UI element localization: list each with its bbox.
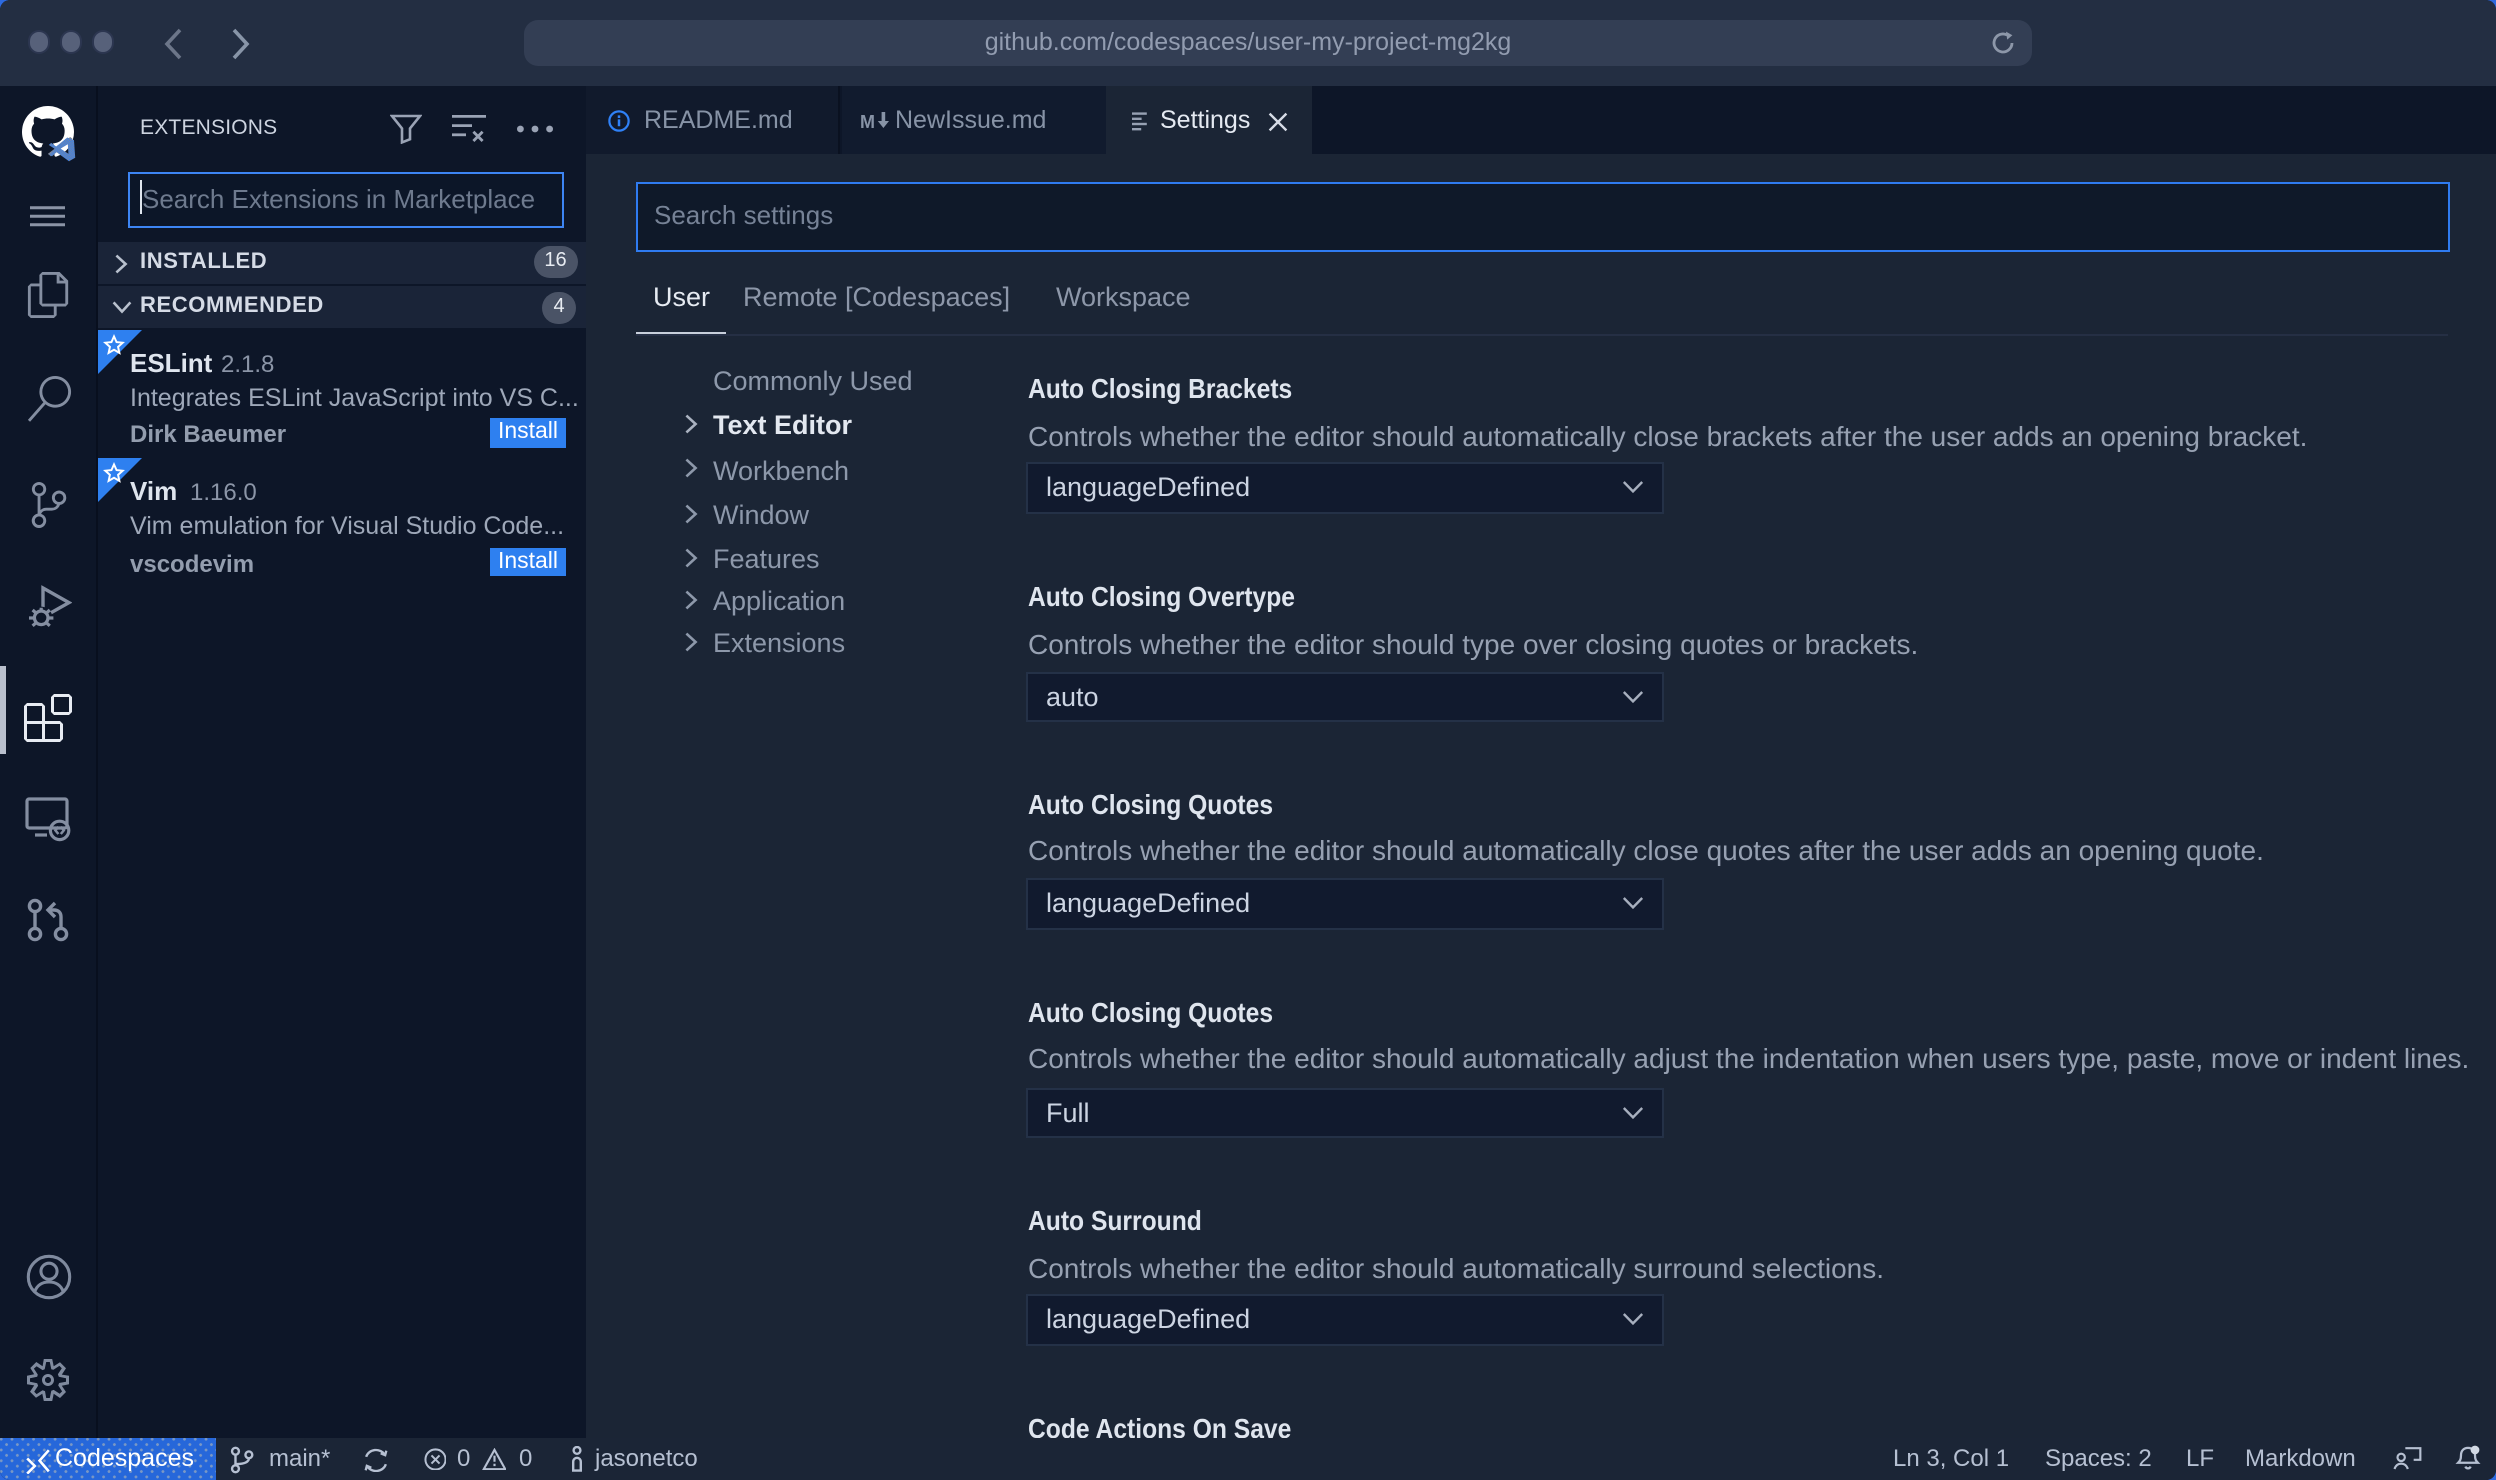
svg-text:M: M [859,112,874,130]
